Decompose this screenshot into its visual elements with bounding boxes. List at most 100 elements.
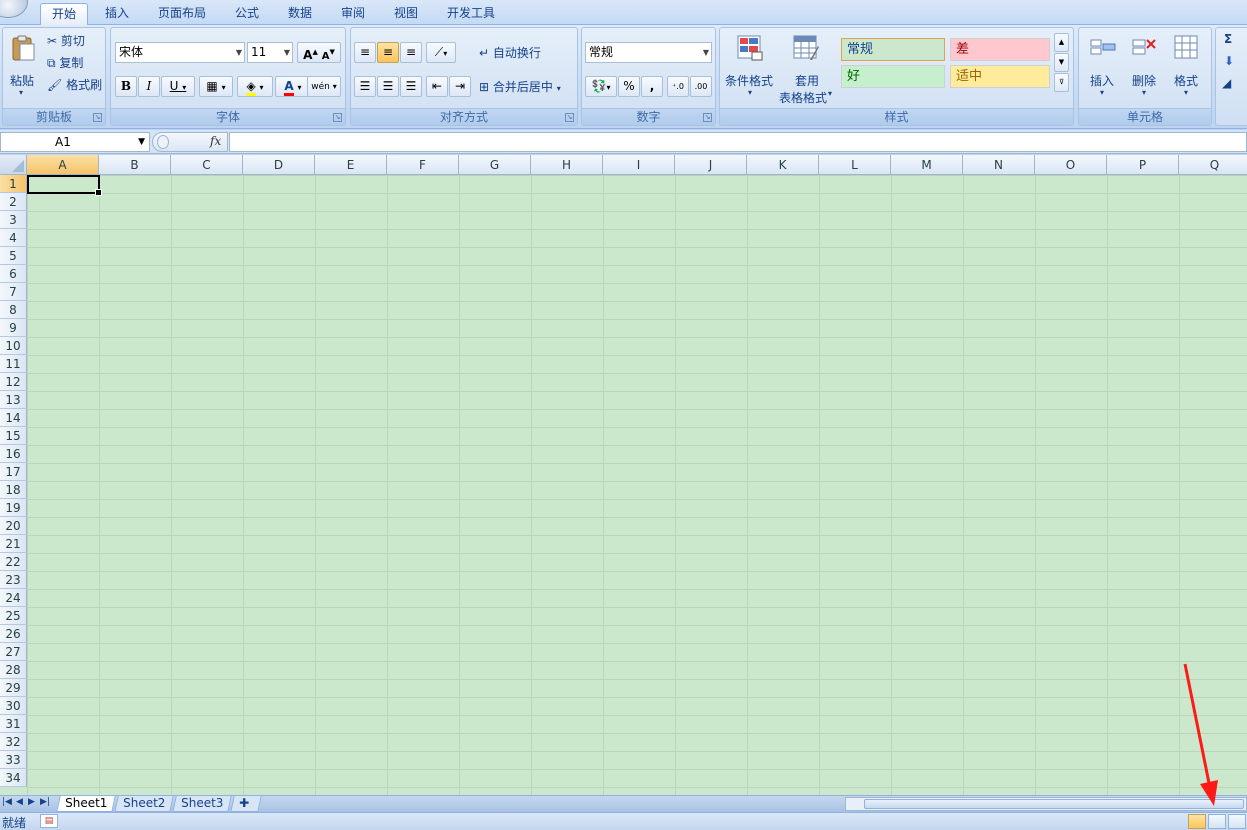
cell-area[interactable] xyxy=(27,175,1247,795)
column-header-q[interactable]: Q xyxy=(1179,155,1247,175)
italic-button[interactable]: I xyxy=(138,76,160,97)
column-header-d[interactable]: D xyxy=(243,155,315,175)
row-header-33[interactable]: 33 xyxy=(0,751,27,769)
row-header-3[interactable]: 3 xyxy=(0,211,27,229)
style-neutral[interactable]: 适中 xyxy=(950,65,1050,88)
row-header-21[interactable]: 21 xyxy=(0,535,27,553)
row-header-25[interactable]: 25 xyxy=(0,607,27,625)
row-header-13[interactable]: 13 xyxy=(0,391,27,409)
styles-scroll-down-icon[interactable]: ▼ xyxy=(1054,53,1069,72)
row-header-22[interactable]: 22 xyxy=(0,553,27,571)
insert-cells-button[interactable]: 插入 ▾ xyxy=(1083,32,1123,102)
number-launcher-icon[interactable]: ↘ xyxy=(703,113,712,122)
format-painter-button[interactable]: 🖌 格式刷 xyxy=(47,76,102,93)
sheet-tab-3[interactable]: Sheet3 xyxy=(172,796,233,812)
styles-scroll-up-icon[interactable]: ▲ xyxy=(1054,33,1069,52)
percent-button[interactable]: % xyxy=(618,76,640,97)
column-header-o[interactable]: O xyxy=(1035,155,1107,175)
align-middle-button[interactable]: ≡ xyxy=(377,42,399,63)
formula-input[interactable] xyxy=(229,132,1247,152)
row-header-9[interactable]: 9 xyxy=(0,319,27,337)
paste-dropdown-icon[interactable]: ▾ xyxy=(19,88,23,97)
row-header-26[interactable]: 26 xyxy=(0,625,27,643)
worksheet-grid[interactable]: A B C D E F G H I J K L M N O P Q 1 2 3 4 5 6 7 8 9 10 11 12 13 14 15 16… xyxy=(0,155,1247,795)
page-break-view-icon[interactable] xyxy=(1228,814,1246,829)
row-header-16[interactable]: 16 xyxy=(0,445,27,463)
tab-insert[interactable]: 插入 xyxy=(96,3,138,25)
style-good[interactable]: 好 xyxy=(841,65,945,88)
name-box[interactable]: A1 ▼ xyxy=(0,132,150,152)
tab-developer[interactable]: 开发工具 xyxy=(441,3,501,25)
macro-record-icon[interactable]: ▤ xyxy=(40,814,58,828)
row-header-31[interactable]: 31 xyxy=(0,715,27,733)
row-header-20[interactable]: 20 xyxy=(0,517,27,535)
conditional-formatting-button[interactable]: 条件格式 ▾ xyxy=(724,32,776,102)
row-header-7[interactable]: 7 xyxy=(0,283,27,301)
insert-function-icon[interactable]: fx xyxy=(210,134,221,148)
clear-button[interactable]: ◢ xyxy=(1222,76,1231,90)
tab-home[interactable]: 开始 xyxy=(40,3,88,25)
row-header-11[interactable]: 11 xyxy=(0,355,27,373)
row-header-18[interactable]: 18 xyxy=(0,481,27,499)
first-sheet-icon[interactable]: |◀ xyxy=(2,797,12,807)
column-header-l[interactable]: L xyxy=(819,155,891,175)
column-header-e[interactable]: E xyxy=(315,155,387,175)
row-header-2[interactable]: 2 xyxy=(0,193,27,211)
column-header-g[interactable]: G xyxy=(459,155,531,175)
chevron-down-icon[interactable]: ▼ xyxy=(138,133,145,151)
last-sheet-icon[interactable]: ▶| xyxy=(40,797,50,807)
expand-handle-icon[interactable] xyxy=(157,135,169,149)
increase-decimal-button[interactable]: ⁺.0 xyxy=(667,76,689,97)
row-header-27[interactable]: 27 xyxy=(0,643,27,661)
style-normal[interactable]: 常规 xyxy=(841,38,945,61)
bold-button[interactable]: B xyxy=(115,76,137,97)
column-header-a[interactable]: A xyxy=(27,155,99,175)
paste-button[interactable]: 粘贴 ▾ xyxy=(7,32,39,100)
tab-view[interactable]: 视图 xyxy=(385,3,427,25)
column-header-i[interactable]: I xyxy=(603,155,675,175)
office-button[interactable] xyxy=(0,0,28,18)
tab-page-layout[interactable]: 页面布局 xyxy=(150,3,214,25)
align-top-button[interactable]: ≡ xyxy=(354,42,376,63)
fill-button[interactable]: ⬇ xyxy=(1224,54,1234,68)
accounting-format-button[interactable]: 💱▾ xyxy=(585,76,617,97)
format-as-table-button[interactable]: 套用 表格格式 ▾ xyxy=(778,32,838,105)
decrease-indent-button[interactable]: ⇤ xyxy=(426,76,448,97)
column-header-j[interactable]: J xyxy=(675,155,747,175)
tab-formulas[interactable]: 公式 xyxy=(226,3,268,25)
clipboard-launcher-icon[interactable]: ↘ xyxy=(93,113,102,122)
orientation-button[interactable]: ⟋▾ xyxy=(426,42,456,63)
row-header-30[interactable]: 30 xyxy=(0,697,27,715)
align-bottom-button[interactable]: ≡ xyxy=(400,42,422,63)
row-header-19[interactable]: 19 xyxy=(0,499,27,517)
normal-view-icon[interactable] xyxy=(1188,814,1206,829)
row-header-28[interactable]: 28 xyxy=(0,661,27,679)
column-header-f[interactable]: F xyxy=(387,155,459,175)
sheet-tab-1[interactable]: Sheet1 xyxy=(56,796,117,812)
row-header-23[interactable]: 23 xyxy=(0,571,27,589)
row-header-17[interactable]: 17 xyxy=(0,463,27,481)
active-cell[interactable] xyxy=(27,175,102,196)
select-all-button[interactable] xyxy=(0,155,27,175)
align-center-button[interactable]: ☰ xyxy=(377,76,399,97)
borders-button[interactable]: ▦ ▾ xyxy=(199,76,233,97)
row-header-15[interactable]: 15 xyxy=(0,427,27,445)
font-name-combo[interactable]: 宋体 ▼ xyxy=(115,42,245,63)
alignment-launcher-icon[interactable]: ↘ xyxy=(565,113,574,122)
column-header-h[interactable]: H xyxy=(531,155,603,175)
underline-button[interactable]: U ▾ xyxy=(161,76,195,97)
delete-cells-button[interactable]: 删除 ▾ xyxy=(1125,32,1165,102)
fill-color-button[interactable]: ◈ ▾ xyxy=(237,76,273,97)
font-size-combo[interactable]: 11 ▼ xyxy=(247,42,293,63)
style-bad[interactable]: 差 xyxy=(950,38,1050,61)
insert-sheet-button[interactable]: ✚ xyxy=(230,796,262,812)
font-grow-shrink-buttons[interactable]: A▲ A▼ xyxy=(297,42,341,63)
next-sheet-icon[interactable]: ▶ xyxy=(28,797,35,807)
row-header-4[interactable]: 4 xyxy=(0,229,27,247)
page-layout-view-icon[interactable] xyxy=(1208,814,1226,829)
row-header-1[interactable]: 1 xyxy=(0,175,27,193)
font-color-button[interactable]: A ▾ xyxy=(275,76,311,97)
row-header-29[interactable]: 29 xyxy=(0,679,27,697)
row-header-24[interactable]: 24 xyxy=(0,589,27,607)
copy-button[interactable]: ⧉ 复制 xyxy=(47,54,83,71)
